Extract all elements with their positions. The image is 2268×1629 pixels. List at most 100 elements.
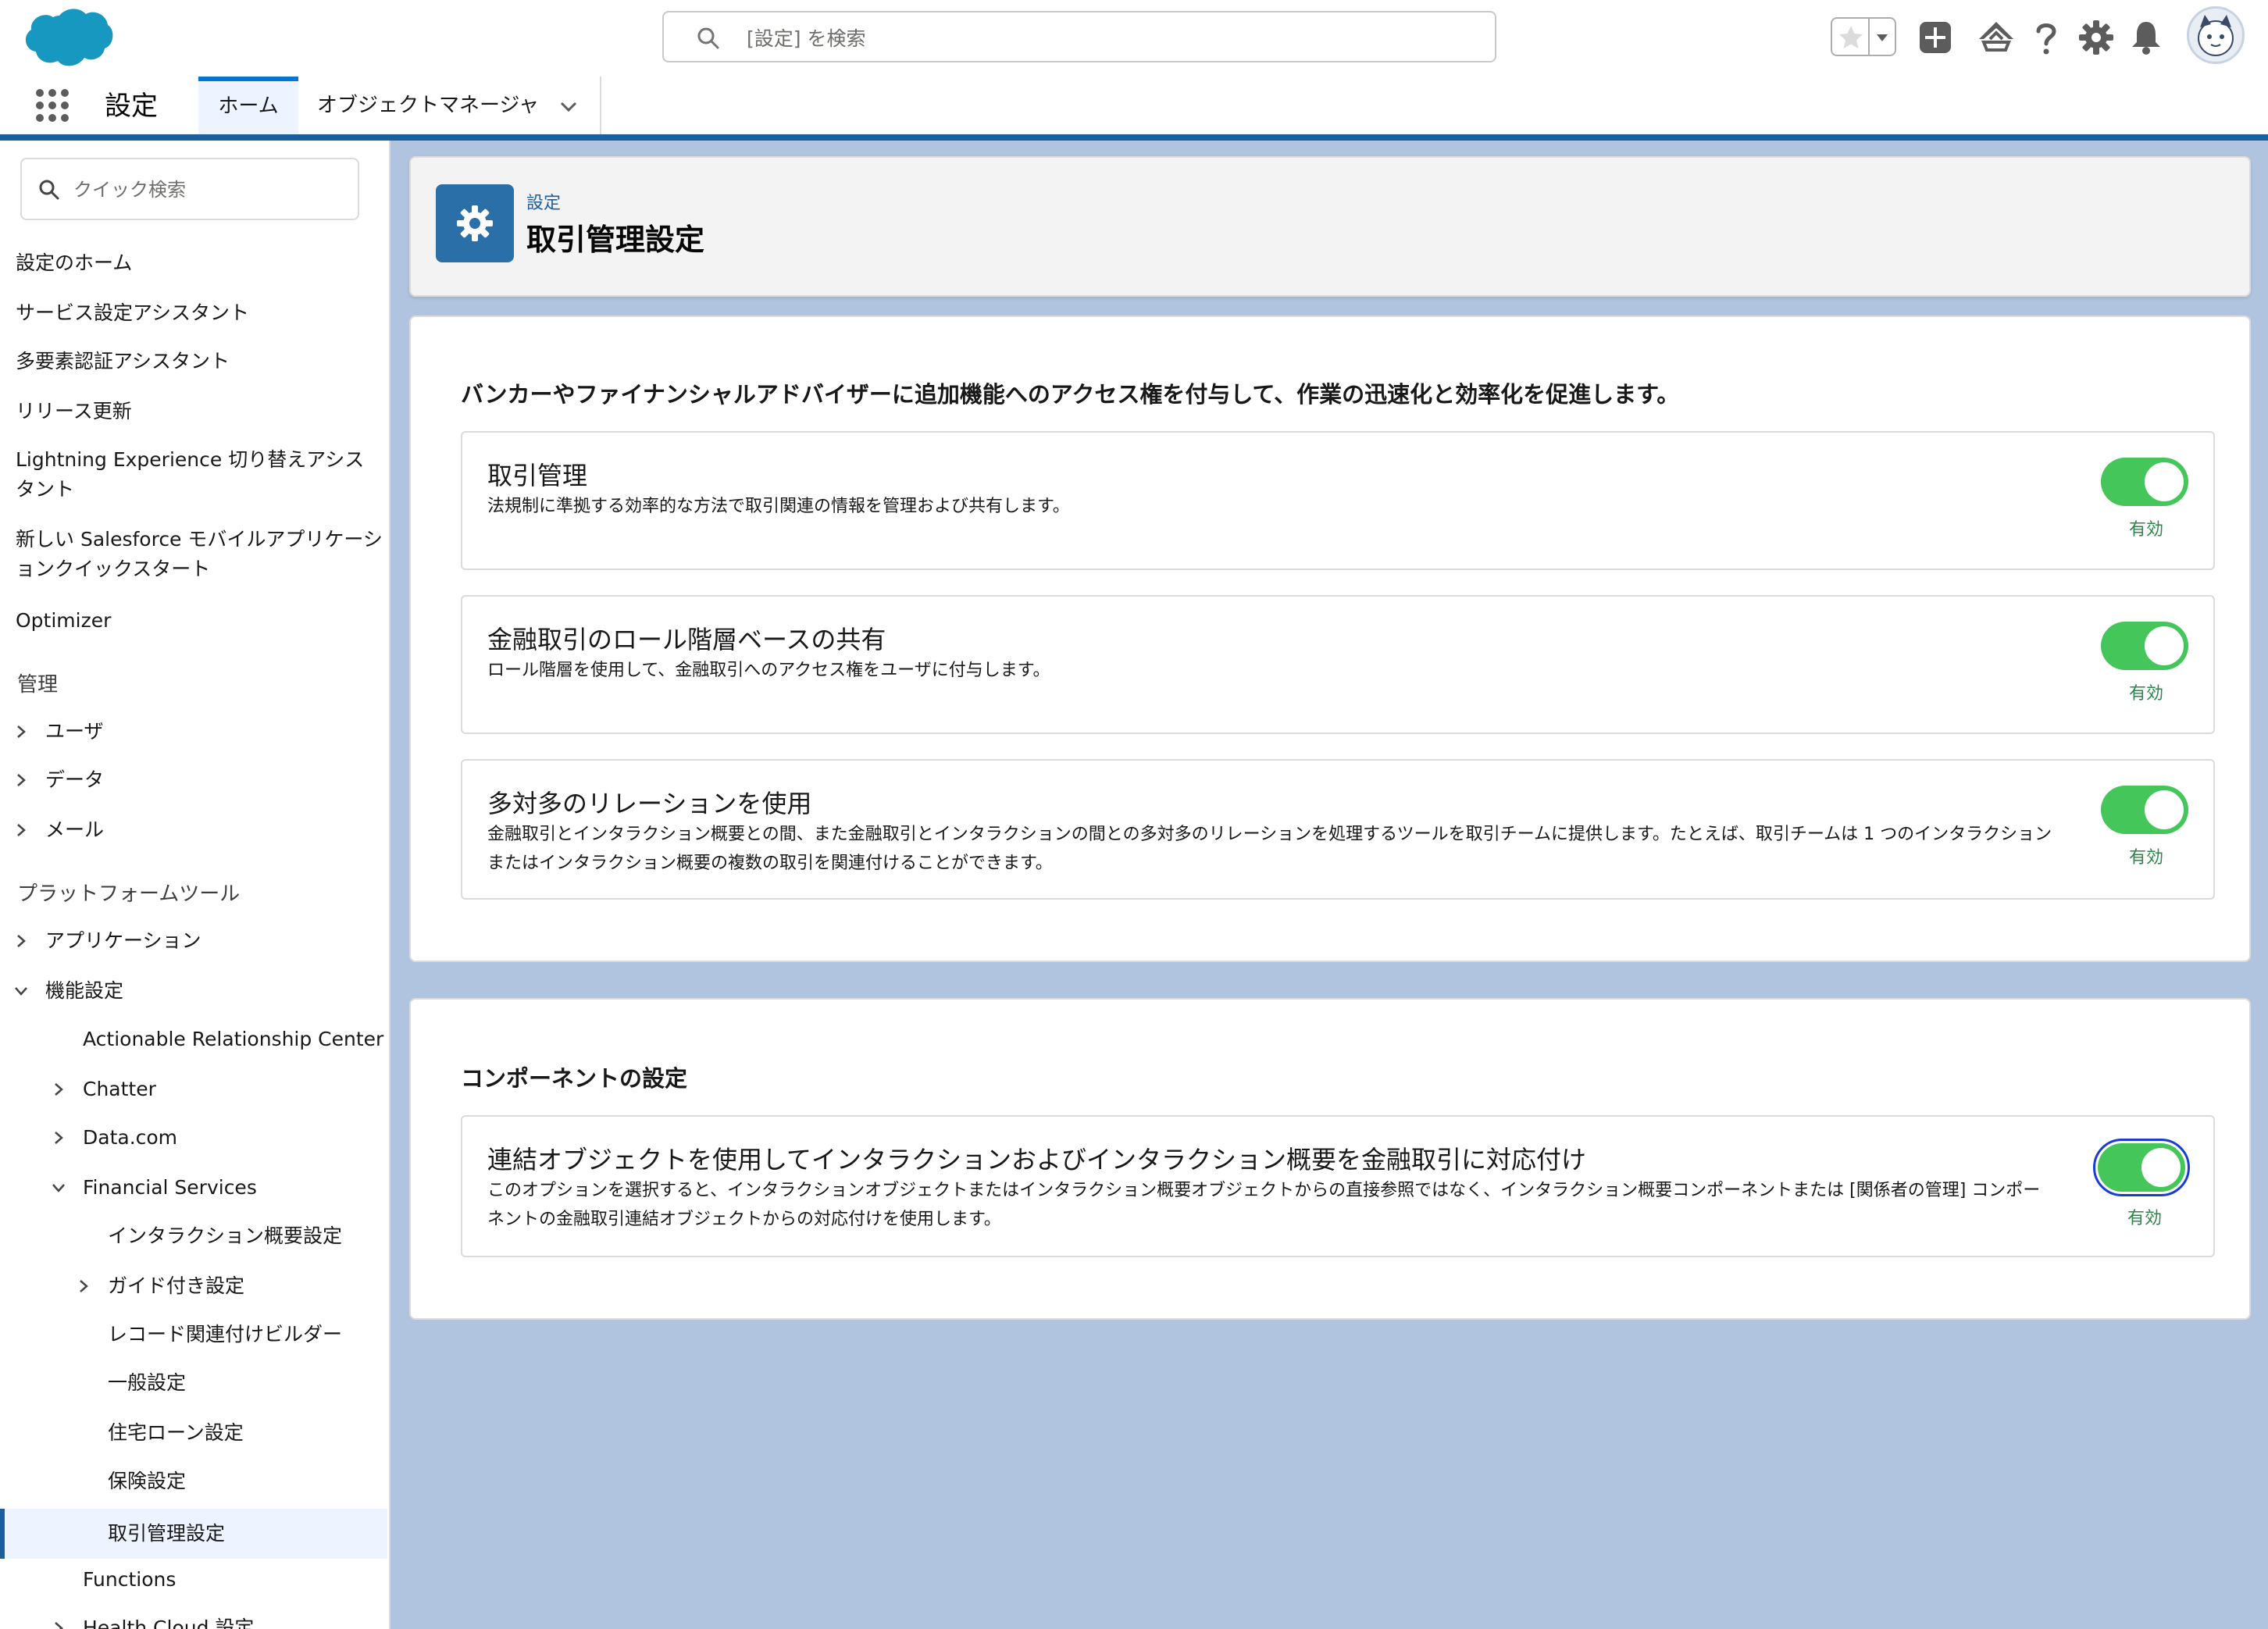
chevron-right-icon[interactable] [50,1129,67,1146]
breadcrumb[interactable]: 設定 [526,189,561,214]
sidebar-item-functions[interactable]: Functions [0,1565,387,1595]
toggle-knob [2145,462,2184,501]
card-intro-text: バンカーやファイナンシャルアドバイザーに追加機能へのアクセス権を付与して、作業の… [461,381,1680,408]
app-launcher-icon[interactable] [34,87,70,123]
sidebar-item-mfa-assistant[interactable]: 多要素認証アシスタント [0,347,387,376]
sidebar-item-label: Data.com [83,1126,178,1149]
sidebar-item-lex-transition-assistant[interactable]: Lightning Experience 切り替えアシスタント [0,445,387,504]
sidebar-item-interaction-summary-settings[interactable]: インタラクション概要設定 [0,1221,387,1251]
sidebar-item-apps[interactable]: アプリケーション [0,926,387,956]
help-icon[interactable] [2024,16,2068,59]
caret-down-icon[interactable] [1874,30,1890,45]
chevron-right-icon[interactable] [50,1081,67,1098]
sidebar-item-general-settings[interactable]: 一般設定 [0,1368,387,1398]
toggle-switch[interactable] [2101,786,2188,834]
setup-sidebar: 設定のホーム サービス設定アシスタント 多要素認証アシスタント リリース更新 L… [0,141,390,1629]
sidebar-item-feature-settings[interactable]: 機能設定 [0,976,387,1006]
setting-deal-management: 取引管理 法規制に準拠する効率的な方法で取引関連の情報を管理および共有します。 … [461,431,2215,570]
toggle-status-label: 有効 [2127,1209,2162,1228]
notification-bell-icon[interactable] [2124,16,2168,59]
chevron-right-icon[interactable] [50,1620,67,1629]
sidebar-item-optimizer[interactable]: Optimizer [0,606,387,636]
setting-description: 金融取引とインタラクション概要との間、また金融取引とインタラクションの間との多対… [487,825,2052,873]
sidebar-section-platform-tools: プラットフォームツール [17,882,241,906]
sidebar-item-label: Financial Services [83,1176,257,1199]
chevron-down-icon[interactable] [50,1179,67,1196]
sidebar-item-deal-management-settings[interactable]: 取引管理設定 [0,1509,387,1559]
setting-description: 法規制に準拠する効率的な方法で取引関連の情報を管理および共有します。 [487,497,1070,516]
astro-avatar-icon [2198,15,2234,56]
sidebar-item-email[interactable]: メール [0,815,387,845]
chevron-right-icon[interactable] [12,822,30,839]
sidebar-item-chatter[interactable]: Chatter [0,1075,387,1104]
chevron-right-icon[interactable] [12,932,30,950]
setting-description: このオプションを選択すると、インタラクションオブジェクトまたはインタラクション概… [487,1181,2041,1229]
user-avatar[interactable] [2187,6,2245,64]
setting-title: 多対多のリレーションを使用 [487,789,812,818]
sidebar-item-users[interactable]: ユーザ [0,717,387,747]
chevron-down-icon[interactable] [559,97,578,116]
toggle-knob [2145,790,2184,829]
tab-home[interactable]: ホーム [198,77,298,134]
toggle-knob [2141,1148,2181,1187]
global-actions-plus-icon[interactable] [1913,16,1957,59]
sidebar-section-admin: 管理 [17,673,59,697]
sidebar-item-financial-services[interactable]: Financial Services [0,1173,387,1203]
sidebar-item-health-cloud-settings[interactable]: Health Cloud 設定 [0,1613,387,1629]
toggle-knob [2145,626,2184,665]
app-name: 設定 [105,91,158,122]
setting-many-to-many-relations: 多対多のリレーションを使用 金融取引とインタラクション概要との間、また金融取引と… [461,759,2215,900]
setup-gear-icon [457,205,493,241]
setting-description: ロール階層を使用して、金融取引へのアクセス権をユーザに付与します。 [487,661,1050,680]
sidebar-item-data[interactable]: データ [0,765,387,795]
sidebar-item-label: アプリケーション [45,929,201,952]
setting-title: 連結オブジェクトを使用してインタラクションおよびインタラクション概要を金融取引に… [487,1145,1587,1175]
quick-find[interactable] [20,158,359,220]
star-icon[interactable] [1837,23,1865,52]
setting-role-hierarchy-sharing: 金融取引のロール階層ベースの共有 ロール階層を使用して、金融取引へのアクセス権を… [461,595,2215,734]
sidebar-item-data-com[interactable]: Data.com [0,1123,387,1153]
brand-band [0,134,2268,141]
trailhead-guidance-icon[interactable] [1974,16,2018,59]
sidebar-item-label: Health Cloud 設定 [83,1617,255,1629]
sidebar-item-label: ユーザ [45,720,104,743]
setting-title: 取引管理 [487,461,588,490]
toggle-status-label: 有効 [2128,684,2163,704]
sidebar-item-mobile-quick-start[interactable]: 新しい Salesforce モバイルアプリケーションクイックスタート [0,525,387,584]
deal-management-settings-card: バンカーやファイナンシャルアドバイザーに追加機能へのアクセス権を付与して、作業の… [409,315,2251,962]
sidebar-item-record-association-builder[interactable]: レコード関連付けビルダー [0,1320,387,1349]
sidebar-item-mortgage-settings[interactable]: 住宅ローン設定 [0,1418,387,1448]
chevron-down-icon[interactable] [12,982,30,1000]
search-icon [39,180,59,200]
tab-object-manager-label: オブジェクトマネージャ [317,94,540,117]
toggle-switch[interactable] [2101,622,2188,670]
global-search-input[interactable] [745,20,1451,56]
sidebar-item-setup-home[interactable]: 設定のホーム [0,248,387,278]
fav-divider [1868,19,1870,55]
favorites-button-group[interactable] [1831,17,1896,56]
chevron-right-icon[interactable] [12,723,30,740]
toggle-status-label: 有効 [2128,848,2163,868]
toggle-switch[interactable] [2101,458,2188,506]
sidebar-item-label: Chatter [83,1078,156,1100]
tab-object-manager[interactable]: オブジェクトマネージャ [300,77,601,134]
sidebar-item-guided-setup[interactable]: ガイド付き設定 [0,1271,387,1301]
sidebar-item-arc[interactable]: Actionable Relationship Center [0,1025,387,1054]
salesforce-cloud-logo[interactable] [20,5,114,72]
sidebar-item-insurance-settings[interactable]: 保険設定 [0,1467,387,1496]
sidebar-item-service-setup-assistant[interactable]: サービス設定アシスタント [0,298,387,328]
global-header [0,0,2268,78]
search-icon [697,27,719,49]
toggle-switch[interactable] [2093,1139,2190,1196]
global-search[interactable] [662,11,1496,62]
card-heading: コンポーネントの設定 [461,1065,688,1092]
quick-find-input[interactable] [72,173,348,206]
page-header: 設定 取引管理設定 [409,156,2251,297]
sidebar-item-release-updates[interactable]: リリース更新 [0,397,387,426]
page-title: 取引管理設定 [526,223,705,257]
setup-gear-icon[interactable] [2074,16,2118,59]
chevron-right-icon[interactable] [12,772,30,789]
chevron-right-icon[interactable] [75,1278,92,1295]
sidebar-item-label: ガイド付き設定 [108,1274,245,1297]
setting-junction-object-mapping: 連結オブジェクトを使用してインタラクションおよびインタラクション概要を金融取引に… [461,1115,2215,1257]
